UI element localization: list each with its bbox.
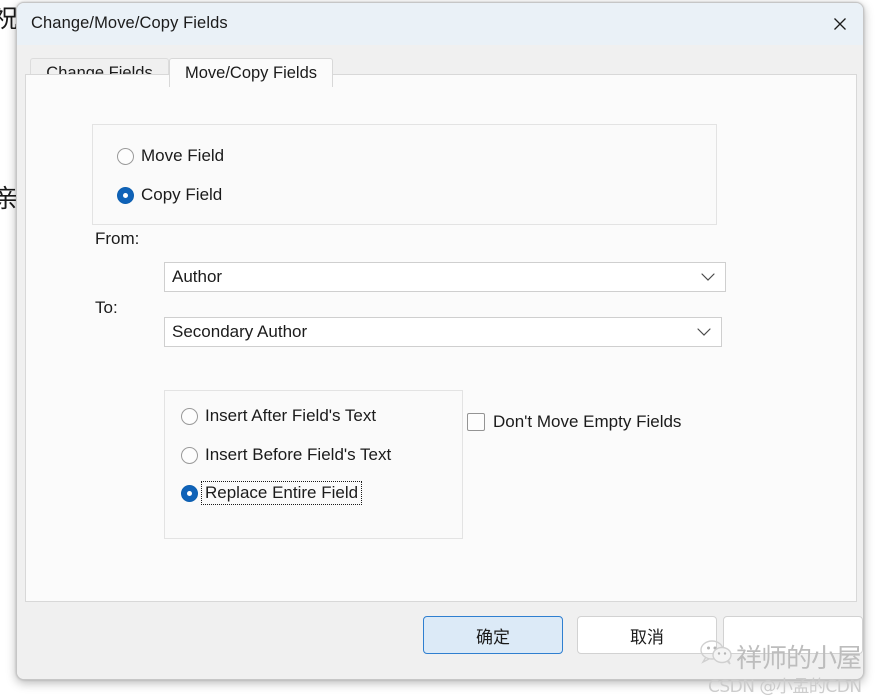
dialog-titlebar: Change/Move/Copy Fields: [17, 3, 863, 45]
dialog-footer: 确定 取消: [17, 602, 863, 679]
from-dropdown-value: Author: [172, 267, 223, 286]
radio-unselected-icon: [117, 147, 134, 165]
radio-selected-icon: [181, 484, 198, 502]
checkbox-unchecked-icon: [467, 413, 485, 431]
extra-button[interactable]: [723, 616, 863, 654]
radio-unselected-icon: [181, 407, 198, 425]
radio-insert-before-label: Insert Before Field's Text: [205, 445, 392, 464]
to-label: To:: [95, 298, 118, 317]
insert-mode-group: Insert After Field's Text Insert Before …: [164, 390, 463, 539]
radio-insert-before-field-text[interactable]: Insert Before Field's Text: [181, 445, 391, 465]
tab-move-copy-fields[interactable]: Move/Copy Fields: [169, 58, 333, 87]
checkbox-dont-move-empty-fields[interactable]: Don't Move Empty Fields: [467, 412, 681, 432]
radio-replace-entire-field-label: Replace Entire Field: [200, 481, 363, 505]
close-button[interactable]: [817, 3, 863, 45]
radio-copy-field-label: Copy Field: [141, 185, 223, 204]
checkbox-dont-move-empty-fields-label: Don't Move Empty Fields: [493, 412, 682, 431]
radio-unselected-icon: [181, 446, 198, 464]
cancel-button[interactable]: 取消: [577, 616, 717, 654]
tab-strip: Change Fields Move/Copy Fields: [17, 45, 863, 87]
radio-selected-icon: [117, 186, 134, 204]
page-background: 祝 亲 Change/Move/Copy Fields Change Field…: [0, 0, 880, 699]
radio-move-field-label: Move Field: [141, 146, 225, 165]
chevron-down-icon: [701, 273, 715, 282]
to-dropdown[interactable]: Secondary Author: [164, 317, 722, 347]
radio-move-field[interactable]: Move Field: [117, 146, 224, 166]
from-label: From:: [95, 229, 140, 248]
move-copy-fields-panel: Move Field Copy Field From: Author To: S…: [25, 74, 857, 602]
radio-replace-entire-field[interactable]: Replace Entire Field: [181, 481, 363, 505]
operation-group: Move Field Copy Field: [92, 124, 717, 225]
radio-insert-after-label: Insert After Field's Text: [205, 406, 377, 425]
ok-button[interactable]: 确定: [423, 616, 563, 654]
change-move-copy-fields-dialog: Change/Move/Copy Fields Change Fields Mo…: [16, 2, 864, 680]
to-dropdown-value: Secondary Author: [172, 322, 308, 341]
radio-copy-field[interactable]: Copy Field: [117, 185, 222, 205]
from-dropdown[interactable]: Author: [164, 262, 726, 292]
dialog-title: Change/Move/Copy Fields: [31, 14, 228, 32]
radio-insert-after-field-text[interactable]: Insert After Field's Text: [181, 406, 376, 426]
chevron-down-icon: [697, 328, 711, 337]
close-icon: [834, 18, 846, 30]
